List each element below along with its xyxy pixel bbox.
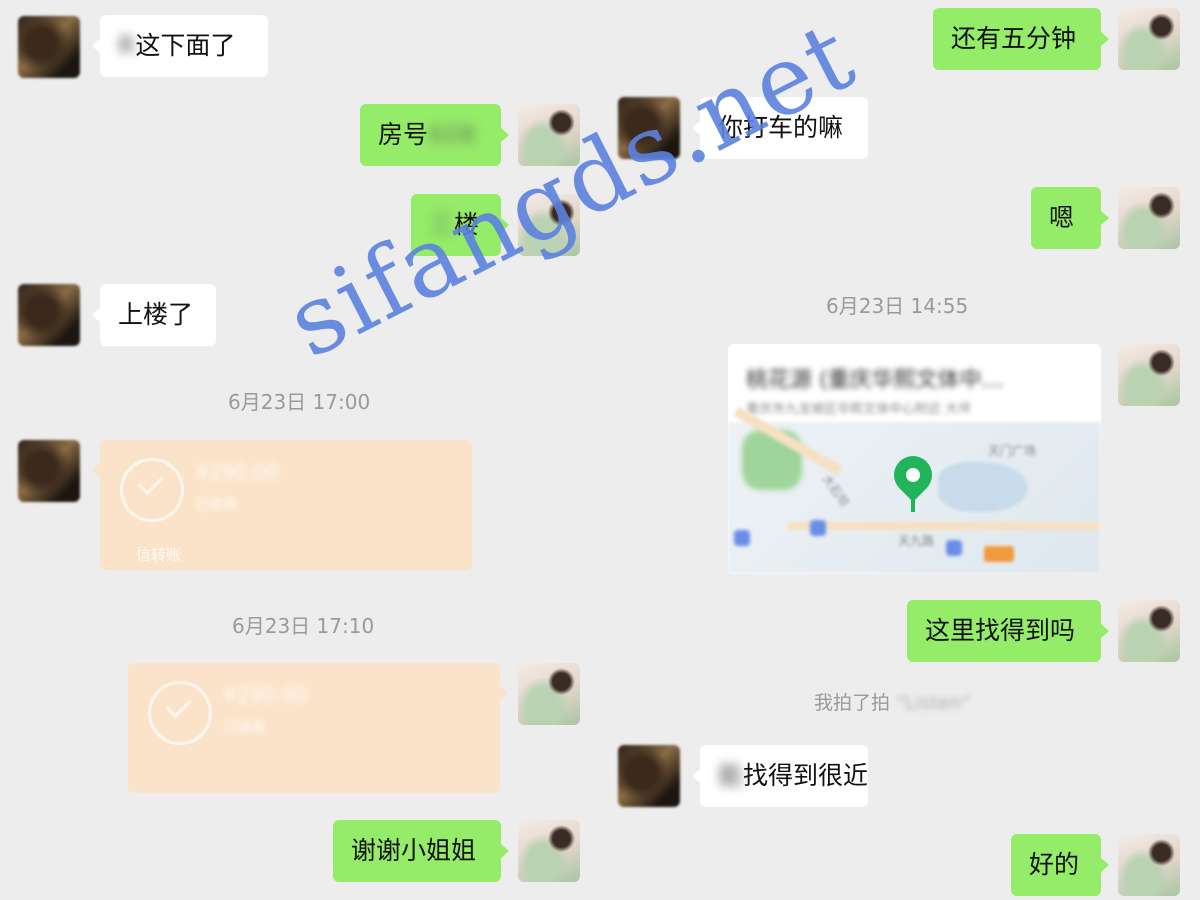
received-message[interactable]: 上楼了 — [92, 284, 216, 346]
sent-message[interactable]: 房号608 — [360, 104, 509, 166]
contact-avatar[interactable] — [18, 284, 80, 346]
received-message[interactable]: 能找得到很近 — [692, 745, 869, 807]
location-address: 重庆市九龙坡区华熙文体中心附近 大坪 — [746, 402, 972, 417]
message-text: 上楼了 — [118, 300, 194, 329]
message-text: 楼 — [454, 210, 480, 239]
timestamp: 6月23日 17:00 — [228, 390, 371, 414]
sent-message[interactable]: 还有五分钟 — [933, 8, 1109, 70]
location-card[interactable]: 桃花源 (重庆华熙文体中… 重庆市九龙坡区华熙文体中心附近 大坪 天门广场 大石… — [728, 344, 1101, 574]
obscured-text: 三 — [429, 210, 455, 239]
message-text: 找得到很近 — [743, 761, 869, 790]
contact-avatar[interactable] — [18, 16, 80, 78]
sent-message[interactable]: 谢谢小姐姐 — [333, 820, 509, 882]
self-avatar[interactable] — [518, 104, 580, 166]
transfer-card[interactable]: ¥290.00 已收款 信转账 — [92, 440, 472, 570]
message-text: 好的 — [1029, 850, 1080, 879]
self-avatar[interactable] — [1118, 8, 1180, 70]
transfer-amount: ¥290.00 — [224, 683, 307, 707]
transfer-amount: ¥290.00 — [196, 460, 279, 484]
message-text: 谢谢小姐姐 — [351, 836, 477, 865]
message-text: 房号 — [378, 120, 429, 149]
self-avatar[interactable] — [518, 820, 580, 882]
contact-avatar[interactable] — [618, 745, 680, 807]
message-text: 这里找得到吗 — [925, 616, 1076, 645]
timestamp: 6月23日 14:55 — [826, 294, 969, 318]
map-label: 天门广场 — [988, 444, 1037, 458]
left-chat-panel: R这下面了 房号608 三楼 上楼了 6月23日 17:00 ¥290.00 已… — [0, 0, 600, 900]
obscured-text: R — [118, 31, 136, 60]
obscured-text: 608 — [428, 120, 476, 149]
right-chat-panel: 还有五分钟 你打车的嘛 嗯 6月23日 14:55 桃花源 (重庆华熙文体中… … — [600, 0, 1200, 900]
obscured-text: 能 — [718, 761, 744, 790]
message-text: 还有五分钟 — [951, 24, 1077, 53]
check-circle-icon — [120, 458, 184, 522]
obscured-text: "Listen" — [896, 692, 971, 714]
message-text: 这下面了 — [135, 31, 236, 60]
contact-avatar[interactable] — [618, 97, 680, 159]
message-text: 嗯 — [1049, 203, 1075, 232]
transfer-status: 已收款 — [224, 720, 266, 736]
sent-message[interactable]: 这里找得到吗 — [907, 600, 1109, 662]
sent-message[interactable]: 好的 — [1011, 834, 1109, 896]
location-title: 桃花源 (重庆华熙文体中… — [746, 368, 1004, 393]
self-avatar[interactable] — [518, 663, 580, 725]
sent-message[interactable]: 嗯 — [1031, 187, 1109, 249]
timestamp: 6月23日 17:10 — [232, 614, 375, 638]
self-avatar[interactable] — [1118, 834, 1180, 896]
contact-avatar[interactable] — [18, 440, 80, 502]
received-message[interactable]: 你打车的嘛 — [692, 97, 868, 159]
transfer-status: 已收款 — [196, 497, 238, 513]
self-avatar[interactable] — [1118, 187, 1180, 249]
pat-text: 我拍了拍 — [814, 692, 891, 714]
message-text: 你打车的嘛 — [718, 113, 844, 142]
check-circle-icon — [148, 681, 212, 745]
map-label: 大石坝 — [819, 472, 852, 510]
pat-notice: 我拍了拍 "Listen" — [814, 688, 971, 715]
map-label: 天九路 — [898, 534, 935, 548]
self-avatar[interactable] — [1118, 600, 1180, 662]
transfer-label: 信转账 — [136, 546, 182, 564]
self-avatar[interactable] — [518, 194, 580, 256]
received-message[interactable]: R这下面了 — [92, 15, 268, 77]
transfer-card[interactable]: ¥290.00 已收款 — [128, 663, 508, 793]
self-avatar[interactable] — [1118, 344, 1180, 406]
sent-message[interactable]: 三楼 — [411, 194, 509, 256]
